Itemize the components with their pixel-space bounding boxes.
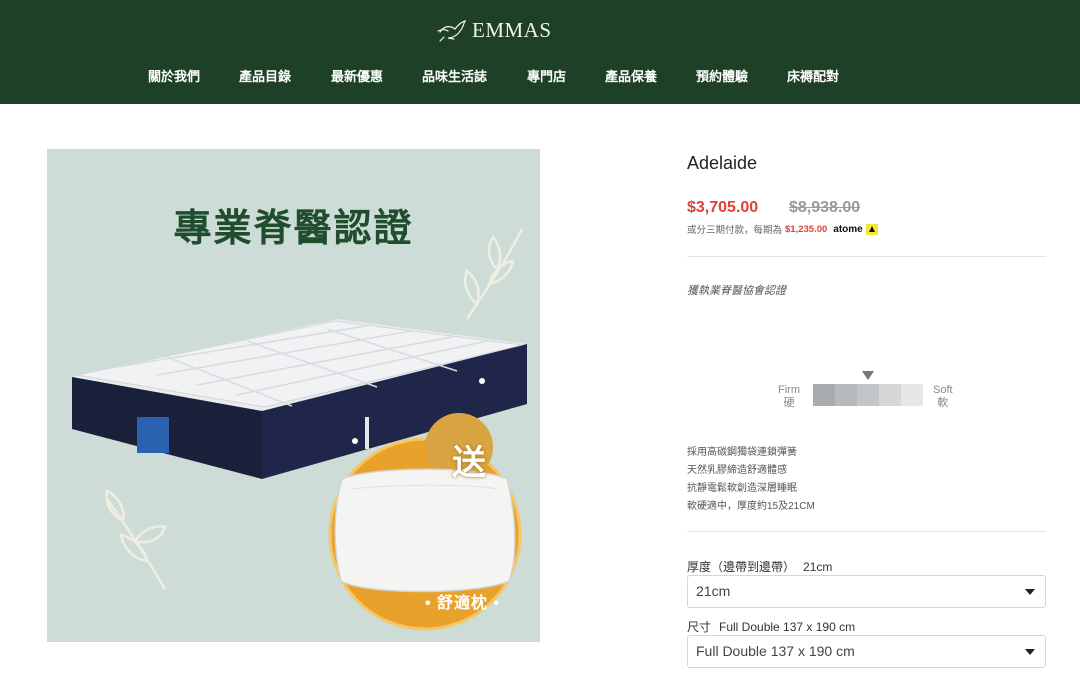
thickness-value: 21cm [803, 560, 833, 574]
feature-item: 抗靜電鬆軟創造深層睡眠 [687, 483, 797, 494]
nav-booking[interactable]: 預約體驗 [696, 66, 748, 85]
thickness-label: 厚度（邊帶到邊帶） [687, 560, 796, 574]
kangaroo-logo-icon [437, 19, 467, 42]
thickness-option-label: 厚度（邊帶到邊帶） 21cm [687, 558, 832, 575]
firmness-segment [901, 384, 923, 406]
thickness-select[interactable]: 21cm [687, 575, 1046, 608]
original-price: $8,938.00 [789, 199, 861, 216]
feature-list: 採用高碳鋼獨袋連鎖彈簧 天然乳膠締造舒適體感 抗靜電鬆軟創造深層睡眠 軟硬適中，… [687, 444, 815, 516]
logo-text: EMMAS [472, 17, 552, 42]
firm-label-zh: 硬 [783, 397, 795, 409]
size-value: Full Double 137 x 190 cm [719, 620, 856, 634]
soft-label: Soft 軟 [933, 384, 953, 410]
nav-catalog[interactable]: 產品目錄 [239, 66, 291, 85]
feature-item: 軟硬適中，厚度約15及21CM [687, 501, 815, 512]
firmness-segment [813, 384, 835, 406]
soft-label-zh: 軟 [937, 397, 949, 409]
nav-care[interactable]: 產品保養 [605, 66, 657, 85]
atome-icon[interactable] [865, 223, 878, 235]
firmness-segment [835, 384, 857, 406]
nav-lifestyle[interactable]: 品味生活誌 [422, 66, 487, 85]
firmness-bar [813, 384, 923, 406]
size-select[interactable]: Full Double 137 x 190 cm [687, 635, 1046, 668]
nav-offers[interactable]: 最新優惠 [331, 66, 383, 85]
divider [687, 256, 1046, 257]
firmness-segment [857, 384, 879, 406]
size-option-label: 尺寸 Full Double 137 x 190 cm [687, 618, 855, 635]
size-selected: Full Double 137 x 190 cm [696, 643, 855, 659]
firmness-pointer-icon [862, 371, 874, 380]
installment-amount: $1,235.00 [785, 223, 828, 235]
thickness-selected: 21cm [696, 583, 731, 599]
product-title: Adelaide [687, 153, 758, 173]
firmness-segment [879, 384, 901, 406]
pillow-label: • 舒適枕 • [425, 595, 501, 612]
firm-label-en: Firm [778, 384, 800, 396]
promo-title: 專業脊醫認證 [173, 205, 414, 250]
nav-matching[interactable]: 床褥配對 [787, 66, 839, 85]
soft-label-en: Soft [933, 384, 953, 396]
divider [687, 531, 1046, 532]
installment-text: 或分三期付款，每期為 [687, 225, 783, 236]
logo[interactable]: EMMAS [436, 14, 552, 46]
nav-stores[interactable]: 專門店 [527, 66, 566, 85]
product-image[interactable]: 專業脊醫認證 送 • 舒適枕 • [47, 149, 540, 642]
sale-price: $3,705.00 [687, 199, 759, 216]
gift-badge: 送 [452, 442, 486, 483]
feature-item: 天然乳膠締造舒適體感 [687, 465, 787, 476]
firm-label: Firm 硬 [778, 384, 800, 410]
chevron-down-icon[interactable] [1025, 589, 1035, 595]
site-header: EMMAS 關於我們 產品目錄 最新優惠 品味生活誌 專門店 產品保養 預約體驗… [0, 0, 1080, 104]
size-label: 尺寸 [687, 620, 712, 634]
feature-item: 採用高碳鋼獨袋連鎖彈簧 [687, 447, 797, 458]
atome-label[interactable]: atome [833, 224, 862, 235]
installment-info: 或分三期付款，每期為 $1,235.00 atome [687, 222, 878, 236]
certification-text: 獲執業脊醫協會認證 [687, 285, 786, 297]
main-nav: 關於我們 產品目錄 最新優惠 品味生活誌 專門店 產品保養 預約體驗 床褥配對 [0, 66, 1080, 86]
nav-about[interactable]: 關於我們 [148, 66, 200, 85]
firmness-scale: Firm 硬 Soft 軟 [760, 366, 980, 416]
chevron-down-icon[interactable] [1025, 649, 1035, 655]
